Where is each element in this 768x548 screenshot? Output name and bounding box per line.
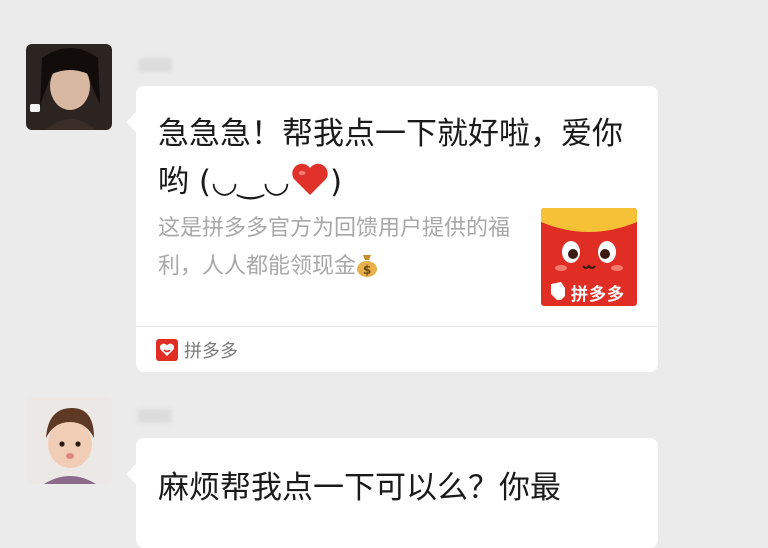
shared-link-card[interactable]: 急急急！帮我点一下就好啦，爱你哟 (◡‿◡) 这是拼多多官方为回馈用户提供的福利… xyxy=(126,86,658,372)
card-description: 这是拼多多官方为回馈用户提供的福利，人人都能领现金 $ xyxy=(158,210,528,286)
sender-avatar[interactable] xyxy=(26,44,112,130)
svg-text:$: $ xyxy=(363,263,371,277)
money-bag-icon: $ xyxy=(356,253,378,277)
pinduoduo-logo-icon xyxy=(156,339,178,361)
card-title: 急急急！帮我点一下就好啦，爱你哟 (◡‿◡) xyxy=(158,110,628,206)
pinduoduo-thumbnail: 拼多多 xyxy=(541,208,637,306)
source-label: 拼多多 xyxy=(184,341,238,362)
card-title-end: ) xyxy=(329,164,343,200)
message-text: 麻烦帮我点一下可以么？你最 xyxy=(158,470,561,506)
sender-name-blurred xyxy=(138,58,172,72)
red-heart-icon xyxy=(290,162,330,196)
avatar-photo-child xyxy=(26,398,112,484)
card-divider xyxy=(136,326,658,327)
sender-avatar[interactable] xyxy=(26,398,112,484)
avatar-photo-woman xyxy=(26,44,112,130)
card-source: 拼多多 xyxy=(156,337,238,363)
sender-name-blurred xyxy=(138,409,172,423)
card-description-text: 这是拼多多官方为回馈用户提供的福利，人人都能领现金 xyxy=(158,216,511,279)
card-title-text: 急急急！帮我点一下就好啦，爱你哟 (◡‿◡ xyxy=(158,116,623,200)
chat-bubble[interactable]: 麻烦帮我点一下可以么？你最 xyxy=(126,438,658,548)
thumbnail-label: 拼多多 xyxy=(571,285,625,305)
